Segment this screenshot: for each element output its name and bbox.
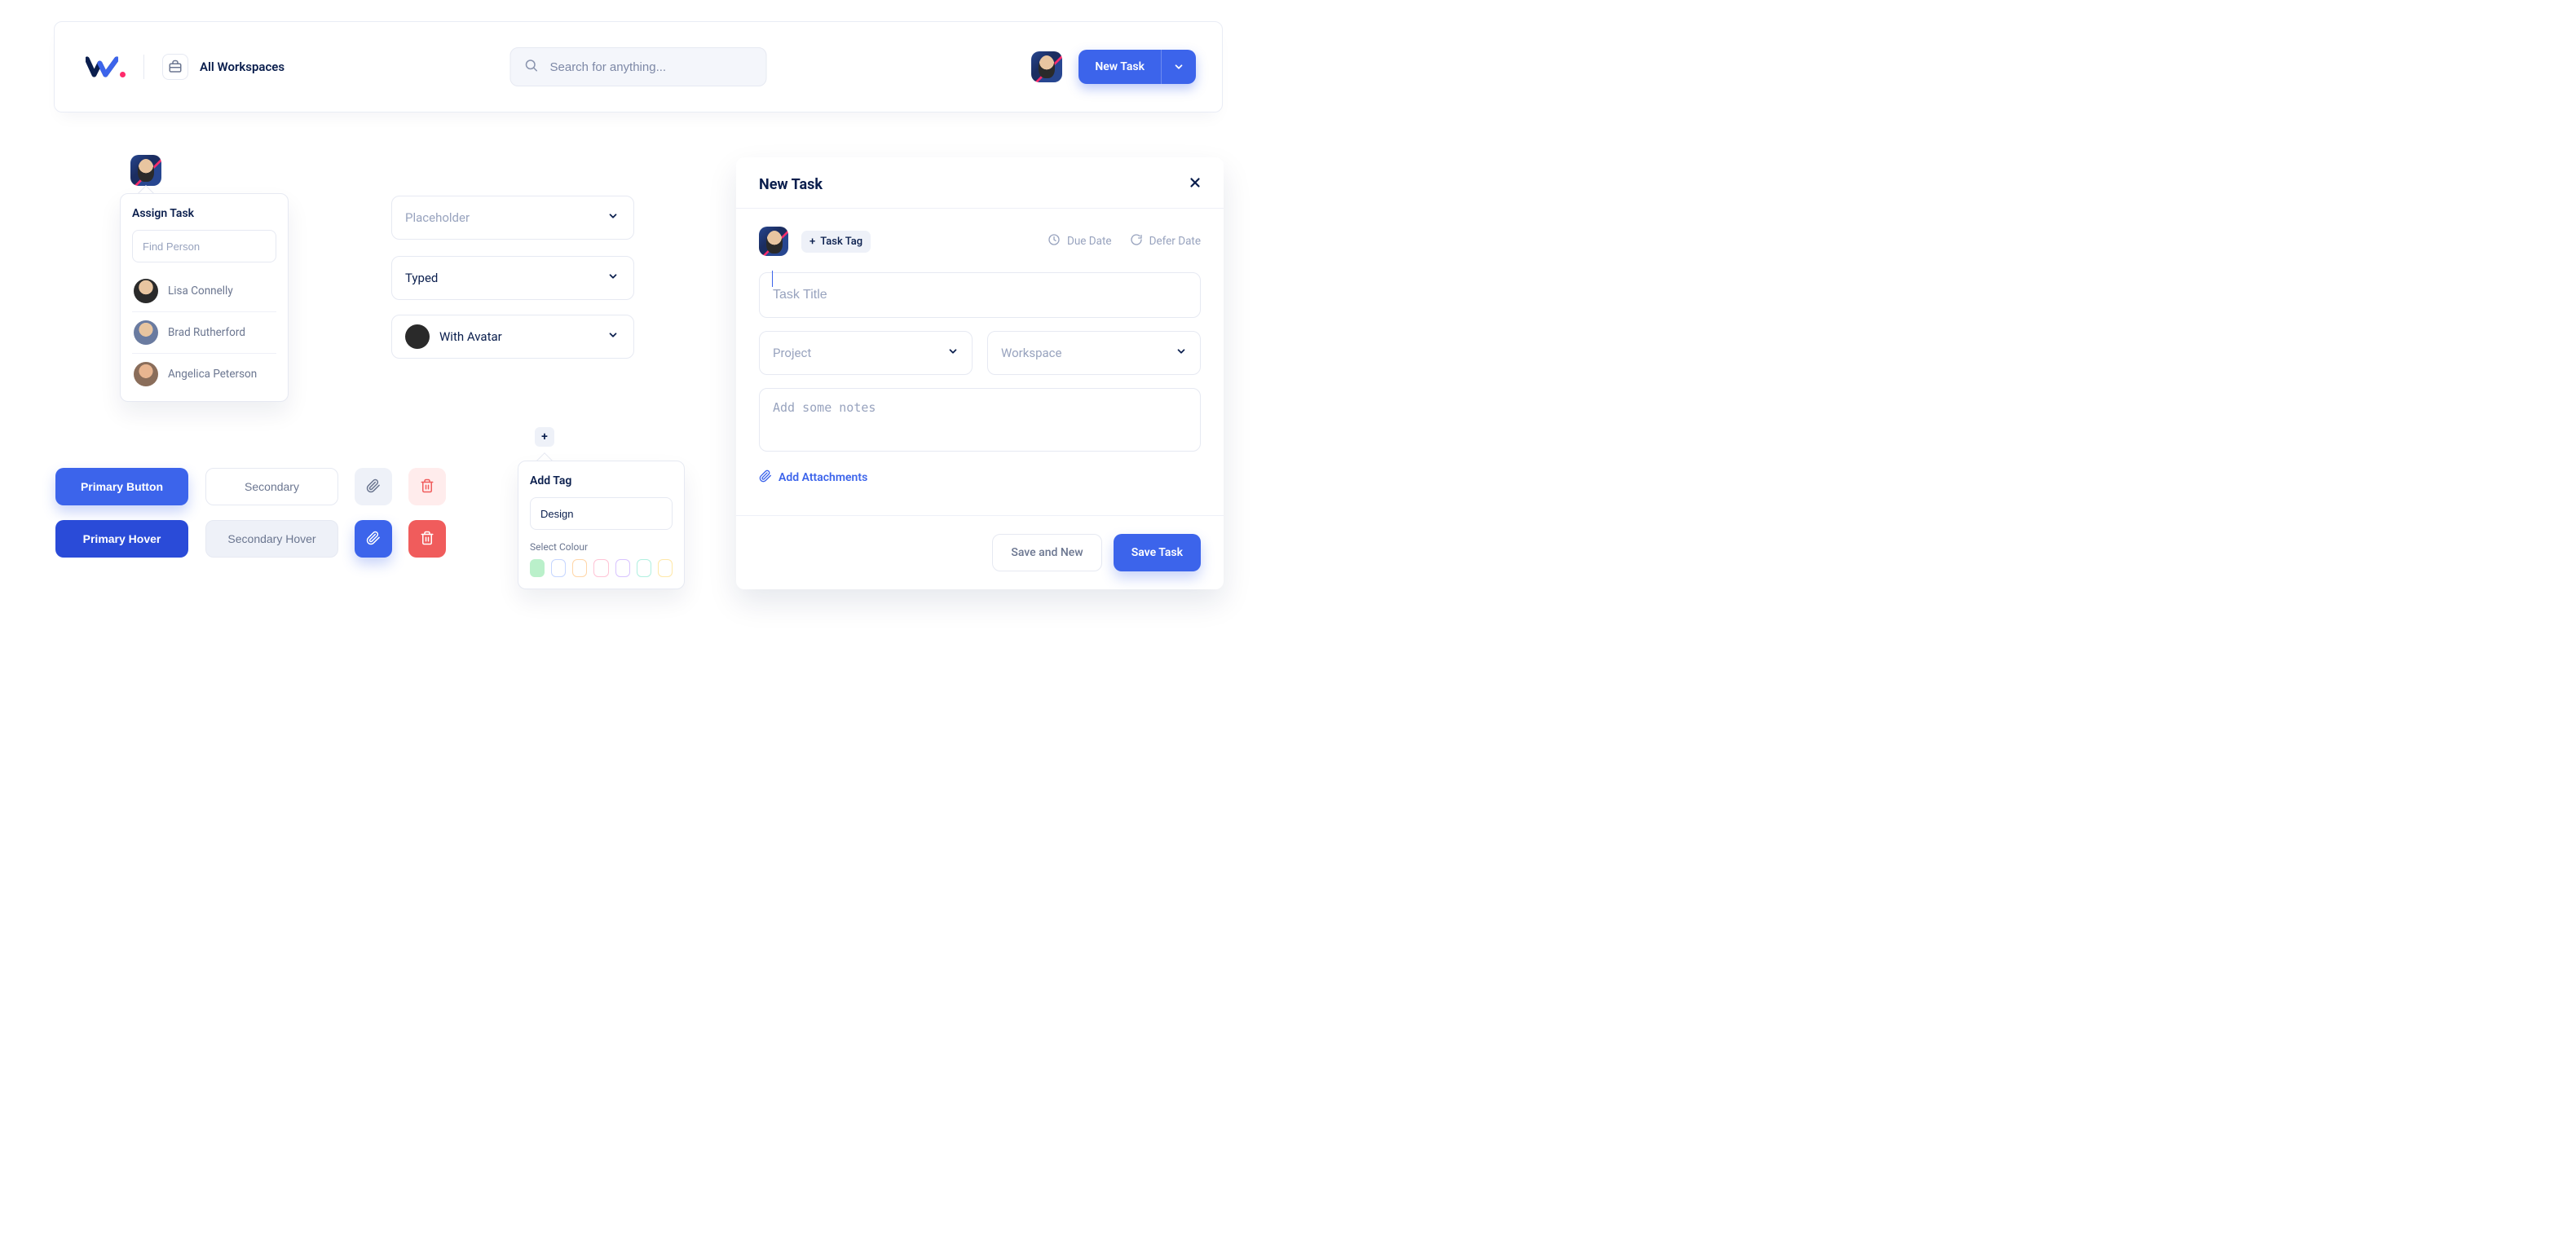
paperclip-icon	[366, 478, 381, 496]
swatch-orange[interactable]	[572, 559, 587, 577]
trash-icon	[420, 478, 434, 496]
project-select[interactable]: Project	[759, 331, 973, 375]
add-tag-popover: Add Tag Select Colour	[518, 461, 685, 589]
person-avatar	[134, 362, 158, 386]
person-avatar	[134, 320, 158, 345]
person-name: Angelica Peterson	[168, 368, 257, 381]
workspaces-selector[interactable]: All Workspaces	[162, 54, 285, 80]
assign-popover: Assign Task Lisa Connelly Brad Rutherfor…	[120, 193, 289, 402]
person-name: Lisa Connelly	[168, 284, 233, 298]
defer-date-label: Defer Date	[1149, 235, 1201, 248]
plus-icon: +	[809, 236, 815, 248]
select-label: Placeholder	[405, 210, 470, 225]
swatch-yellow[interactable]	[658, 559, 673, 577]
colour-swatches	[530, 559, 673, 577]
secondary-button-hover[interactable]: Secondary Hover	[205, 520, 338, 558]
chevron-down-icon	[1176, 346, 1187, 360]
assign-title: Assign Task	[132, 207, 276, 220]
chevron-down-icon	[607, 210, 619, 225]
avatar[interactable]	[1031, 51, 1062, 82]
task-tag-label: Task Tag	[820, 236, 862, 248]
due-date-label: Due Date	[1067, 235, 1112, 248]
plus-icon: +	[541, 430, 548, 443]
add-tag-title: Add Tag	[530, 474, 673, 487]
panel-title: New Task	[759, 176, 823, 193]
workspaces-label: All Workspaces	[200, 60, 285, 74]
search-input[interactable]	[550, 60, 753, 74]
select-placeholder[interactable]: Placeholder	[391, 196, 634, 240]
clock-icon	[1048, 233, 1061, 249]
search-box[interactable]	[510, 47, 767, 86]
due-date-button[interactable]: Due Date	[1048, 233, 1112, 249]
swatch-green[interactable]	[530, 559, 545, 577]
chevron-down-icon	[607, 329, 619, 344]
secondary-button[interactable]: Secondary	[205, 468, 338, 505]
select-typed[interactable]: Typed	[391, 256, 634, 300]
person-option[interactable]: Brad Rutherford	[132, 312, 276, 354]
person-option[interactable]: Angelica Peterson	[132, 354, 276, 395]
save-task-button[interactable]: Save Task	[1114, 534, 1201, 571]
find-person-input[interactable]	[132, 230, 276, 262]
project-label: Project	[773, 346, 811, 360]
workspace-select[interactable]: Workspace	[987, 331, 1201, 375]
delete-icon-button[interactable]	[408, 468, 446, 505]
add-tag-trigger[interactable]: +	[535, 427, 554, 447]
select-label: Typed	[405, 271, 438, 285]
assign-trigger-avatar[interactable]	[130, 155, 161, 186]
tag-name-input[interactable]	[530, 497, 673, 530]
briefcase-icon	[162, 54, 188, 80]
new-task-dropdown[interactable]	[1161, 50, 1196, 84]
save-and-new-button[interactable]: Save and New	[992, 534, 1101, 571]
swatch-purple[interactable]	[615, 559, 630, 577]
new-task-button[interactable]: New Task	[1078, 50, 1161, 84]
select-with-avatar[interactable]: With Avatar	[391, 315, 634, 359]
paperclip-icon	[759, 470, 772, 486]
paperclip-icon	[366, 531, 381, 548]
add-attachments-button[interactable]: Add Attachments	[759, 470, 1201, 486]
primary-button[interactable]: Primary Button	[55, 468, 188, 505]
defer-icon	[1130, 233, 1143, 249]
avatar[interactable]	[759, 227, 788, 256]
add-attachments-label: Add Attachments	[779, 471, 867, 484]
close-button[interactable]	[1188, 175, 1202, 193]
search-icon	[524, 58, 539, 76]
chevron-down-icon	[607, 271, 619, 285]
swatch-blue[interactable]	[551, 559, 566, 577]
new-task-button-group: New Task	[1078, 50, 1196, 84]
workspace-label: Workspace	[1001, 346, 1061, 360]
chevron-down-icon	[947, 346, 959, 360]
delete-icon-button-hover[interactable]	[408, 520, 446, 558]
logo[interactable]	[86, 56, 126, 77]
person-avatar	[134, 279, 158, 303]
swatch-teal[interactable]	[637, 559, 651, 577]
person-option[interactable]: Lisa Connelly	[132, 271, 276, 312]
app-header: All Workspaces New Task	[54, 21, 1223, 112]
attachment-icon-button-hover[interactable]	[355, 520, 392, 558]
person-name: Brad Rutherford	[168, 326, 245, 339]
swatch-pink[interactable]	[593, 559, 608, 577]
task-tag-chip[interactable]: + Task Tag	[801, 231, 871, 253]
new-task-panel: New Task + Task Tag Due Date	[736, 157, 1224, 589]
defer-date-button[interactable]: Defer Date	[1130, 233, 1201, 249]
select-colour-label: Select Colour	[530, 541, 673, 553]
attachment-icon-button[interactable]	[355, 468, 392, 505]
notes-textarea[interactable]	[759, 388, 1201, 452]
task-title-input[interactable]	[759, 272, 1201, 318]
trash-icon	[420, 531, 434, 548]
primary-button-hover[interactable]: Primary Hover	[55, 520, 188, 558]
select-label: With Avatar	[439, 329, 502, 344]
select-avatar	[405, 324, 430, 349]
